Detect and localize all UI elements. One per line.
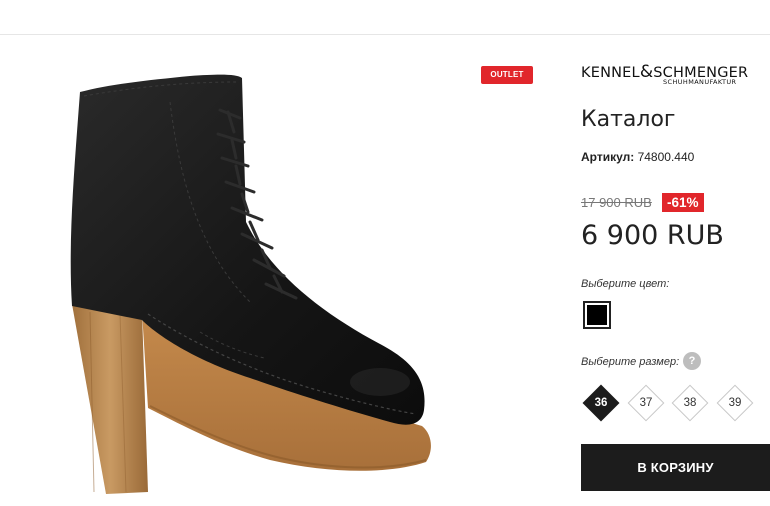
size-label: Выберите размер: bbox=[581, 356, 680, 368]
color-label: Выберите цвет: bbox=[581, 278, 670, 290]
brand-logo[interactable]: KENNEL&SCHMENGER SCHUHMANUFAKTUR bbox=[581, 62, 770, 88]
boot-illustration bbox=[70, 74, 431, 494]
color-swatch-fill bbox=[587, 305, 607, 325]
page-title: Каталог bbox=[581, 107, 676, 132]
size-number: 36 bbox=[594, 397, 608, 409]
color-swatch-black[interactable] bbox=[583, 301, 611, 329]
add-to-cart-button[interactable]: В КОРЗИНУ bbox=[581, 444, 770, 491]
size-option-36[interactable]: 36 bbox=[582, 384, 620, 422]
sku-value: 74800.440 bbox=[637, 150, 695, 164]
size-option-39[interactable]: 39 bbox=[716, 384, 754, 422]
discount-badge: -61% bbox=[662, 193, 704, 212]
sku-label: Артикул: bbox=[581, 150, 635, 164]
old-price: 17 900 RUB bbox=[581, 195, 652, 210]
help-icon[interactable]: ? bbox=[683, 352, 701, 370]
brand-subtitle: SCHUHMANUFAKTUR bbox=[663, 78, 737, 86]
size-number: 38 bbox=[683, 397, 697, 409]
sku: Артикул: 74800.440 bbox=[581, 150, 694, 164]
top-bar bbox=[0, 0, 770, 35]
size-option-38[interactable]: 38 bbox=[671, 384, 709, 422]
outlet-badge: OUTLET bbox=[481, 66, 533, 84]
size-number: 39 bbox=[728, 397, 742, 409]
size-option-37[interactable]: 37 bbox=[627, 384, 665, 422]
size-number: 37 bbox=[639, 397, 653, 409]
product-image[interactable] bbox=[50, 62, 438, 496]
price: 6 900 RUB bbox=[581, 220, 724, 251]
